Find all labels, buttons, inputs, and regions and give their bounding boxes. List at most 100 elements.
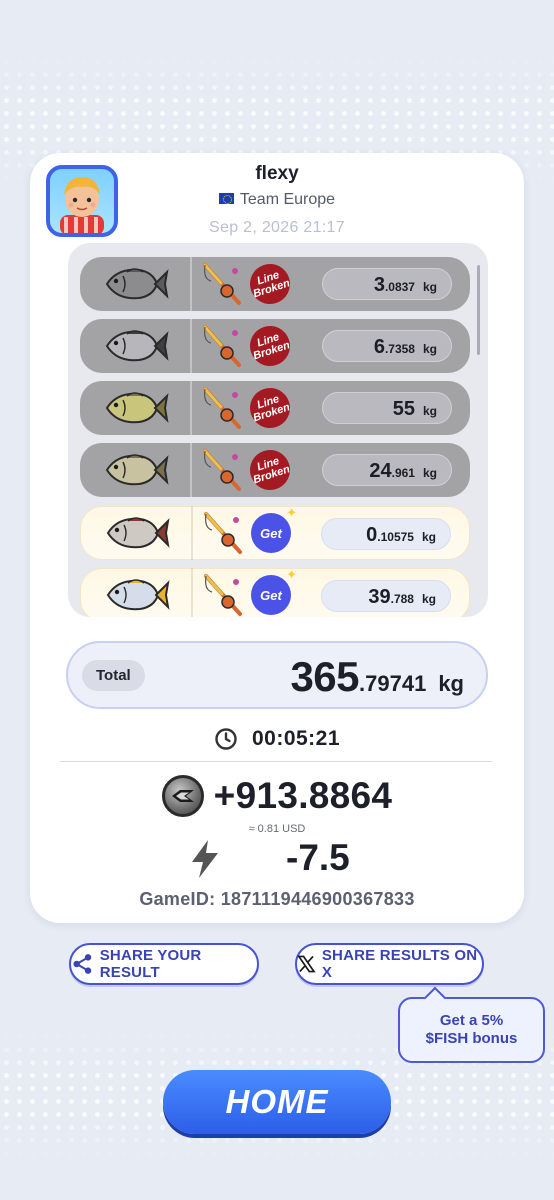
weight-dec: .10575 <box>377 530 414 544</box>
fishing-rod-icon <box>203 263 241 305</box>
weight-dec: .0837 <box>384 280 415 294</box>
badge-text: Line Broken <box>251 331 292 363</box>
rod-slot <box>198 319 248 373</box>
fishing-rod-icon <box>204 512 242 554</box>
weight-int: 39 <box>368 586 391 608</box>
eu-flag-icon <box>218 193 234 204</box>
rod-slot <box>198 257 248 311</box>
total-weight: 365 .79741 kg <box>290 653 464 701</box>
total-weight-dec: .79741 <box>359 671 427 696</box>
home-label: HOME <box>225 1083 329 1120</box>
x-logo-icon <box>297 955 316 973</box>
weight-unit: kg <box>422 404 437 418</box>
catch-weight: 6.7358 kg <box>322 330 452 362</box>
total-label: Total <box>82 659 145 691</box>
catch-weight: 55 kg <box>322 392 452 424</box>
weight-unit: kg <box>421 530 436 544</box>
fish-slot <box>80 319 192 373</box>
catch-weight: 39.788 kg <box>321 580 451 612</box>
result-card: flexy Team Europe Sep 2, 2026 21:17 Line… <box>30 153 524 923</box>
divider <box>60 761 492 762</box>
scrollbar[interactable] <box>477 265 480 355</box>
fish-slot <box>80 443 192 497</box>
share-result-label: SHARE YOUR RESULT <box>99 947 202 981</box>
catch-row: Get 0.10575 kg <box>80 505 470 560</box>
team-label: Team Europe <box>30 191 524 209</box>
catch-row: Line Broken 3.0837 kg <box>80 257 470 311</box>
badge-text: Get <box>260 525 282 541</box>
weight-int: 0 <box>366 524 378 546</box>
reward-usd: ≈ 0.81 USD <box>248 823 306 835</box>
total-weight-int: 365 <box>290 653 360 700</box>
weight-dec: .7358 <box>384 342 415 356</box>
player-name: flexy <box>255 163 299 184</box>
bonus-line-2: $FISH bonus <box>425 1030 518 1047</box>
lightning-icon <box>192 840 218 878</box>
line-broken-badge: Line Broken <box>244 258 296 310</box>
catch-list[interactable]: Line Broken 3.0837 kg Line Broken 6.7358 kg Line… <box>68 243 488 617</box>
fish-slot <box>80 381 192 435</box>
fishing-rod-icon <box>203 387 241 429</box>
fishing-rod-icon <box>204 574 242 616</box>
catch-row: Line Broken 55 kg <box>80 381 470 435</box>
fish-slot <box>81 568 193 617</box>
rod-slot <box>198 381 248 435</box>
get-badge: Get <box>251 505 297 553</box>
rod-slot <box>198 443 248 497</box>
game-id: GameID: 1871119446900367833 <box>30 889 524 910</box>
weight-int: 6 <box>373 336 385 358</box>
yellowtail-icon <box>106 579 170 611</box>
rod-slot <box>199 506 249 560</box>
fish-slot <box>81 506 193 560</box>
catch-weight: 3.0837 kg <box>322 268 452 300</box>
reward-amount: +913.8864 <box>213 775 393 816</box>
badge-text: Line Broken <box>251 269 292 301</box>
total-weight-unit: kg <box>438 671 464 696</box>
share-icon <box>73 954 92 974</box>
weight-unit: kg <box>422 342 437 356</box>
catch-row: Get 39.788 kg <box>80 567 470 617</box>
total-weight-panel: Total 365 .79741 kg <box>66 641 488 709</box>
line-broken-badge: Line Broken <box>244 320 296 372</box>
home-button[interactable]: HOME <box>163 1070 391 1134</box>
weight-dec: .788 <box>390 592 414 606</box>
rockfish-icon <box>105 330 169 362</box>
game-timer: 00:05:21 <box>30 727 524 751</box>
energy-value: -7.5 <box>286 837 350 878</box>
energy-cost: -7.5 <box>30 837 524 881</box>
catfish-icon <box>106 517 170 549</box>
catch-row: Line Broken 24.961 kg <box>80 443 470 497</box>
game-id-value: 1871119446900367833 <box>220 889 415 909</box>
weight-int: 24 <box>369 460 392 482</box>
fishing-rod-icon <box>203 449 241 491</box>
weight-unit: kg <box>421 592 436 606</box>
bonus-line-1: Get a 5% <box>439 1012 504 1029</box>
badge-text: Get <box>260 587 282 603</box>
clock-icon <box>215 728 237 750</box>
weight-dec: .961 <box>391 466 415 480</box>
weight-unit: kg <box>422 466 437 480</box>
fish-token-icon <box>161 775 204 817</box>
pike-icon <box>105 454 169 486</box>
bonus-tooltip: Get a 5% $FISH bonus <box>398 997 545 1063</box>
fish-slot <box>80 257 192 311</box>
catch-weight: 24.961 kg <box>322 454 452 486</box>
share-result-button[interactable]: SHARE YOUR RESULT <box>69 943 259 985</box>
game-date: Sep 2, 2026 21:17 <box>209 219 345 236</box>
weight-unit: kg <box>422 280 437 294</box>
weight-int: 3 <box>373 274 385 296</box>
share-on-x-label: SHARE RESULTS ON X <box>321 947 478 981</box>
fish-reward: +913.8864 <box>30 775 524 817</box>
team-name: Team Europe <box>239 191 336 208</box>
badge-text: Line Broken <box>251 455 292 487</box>
weight-int: 55 <box>392 398 415 420</box>
line-broken-badge: Line Broken <box>244 444 296 496</box>
badge-text: Line Broken <box>251 393 292 425</box>
catch-weight: 0.10575 kg <box>321 518 451 550</box>
share-on-x-button[interactable]: SHARE RESULTS ON X <box>295 943 484 985</box>
timer-value: 00:05:21 <box>251 727 341 750</box>
line-broken-badge: Line Broken <box>244 382 296 434</box>
dark-porgy-icon <box>105 268 169 300</box>
catch-row: Line Broken 6.7358 kg <box>80 319 470 373</box>
get-badge: Get <box>251 567 297 615</box>
